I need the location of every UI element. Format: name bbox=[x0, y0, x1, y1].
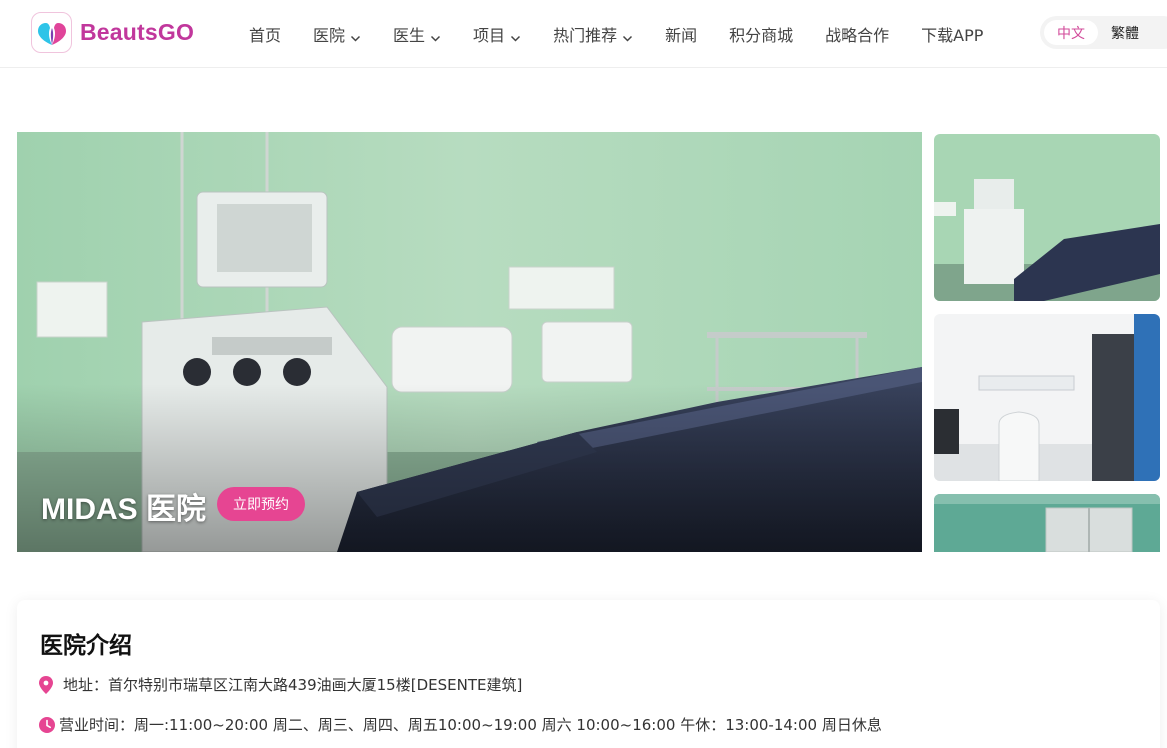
site-header: BeautsGO 首页 医院 医生 项目 热门推荐 新闻 积分商城 战略合作 下… bbox=[0, 0, 1167, 68]
chevron-down-icon bbox=[622, 29, 633, 42]
nav-label: 项目 bbox=[473, 26, 506, 45]
nav-home[interactable]: 首页 bbox=[249, 22, 281, 46]
lang-traditional-chinese[interactable]: 繁體 bbox=[1098, 20, 1152, 45]
chevron-down-icon bbox=[510, 29, 521, 42]
nav-doctors[interactable]: 医生 bbox=[393, 22, 441, 46]
nav-label: 医生 bbox=[393, 26, 426, 45]
nav-hot-picks[interactable]: 热门推荐 bbox=[553, 22, 633, 46]
thumbnail-2[interactable] bbox=[934, 314, 1160, 481]
nav-projects[interactable]: 项目 bbox=[473, 22, 521, 46]
equipment-room-photo bbox=[934, 314, 1160, 481]
operating-room-photo bbox=[934, 134, 1160, 301]
main-nav: 首页 医院 医生 项目 热门推荐 新闻 积分商城 战略合作 下载APP bbox=[249, 0, 983, 68]
logo-heart-icon bbox=[31, 12, 72, 53]
nav-partners[interactable]: 战略合作 bbox=[825, 22, 889, 46]
thumbnail-3[interactable] bbox=[934, 494, 1160, 552]
chevron-down-icon bbox=[350, 29, 361, 42]
nav-label: 积分商城 bbox=[729, 26, 794, 45]
lang-simplified-chinese[interactable]: 中文 bbox=[1044, 20, 1098, 45]
nav-points-mall[interactable]: 积分商城 bbox=[729, 22, 793, 46]
nav-label: 新闻 bbox=[665, 26, 698, 45]
map-pin-icon bbox=[38, 675, 54, 694]
address-text: 地址：首尔特别市瑞草区江南大路439油画大厦15楼[DESENTE建筑] bbox=[63, 676, 523, 694]
chevron-down-icon bbox=[430, 29, 441, 42]
nav-download-app[interactable]: 下载APP bbox=[921, 22, 983, 46]
nav-label: 战略合作 bbox=[825, 26, 890, 45]
language-switcher: 中文 繁體 bbox=[1040, 16, 1167, 49]
business-hours-row: 营业时间：周一:11:00~20:00 周二、周三、周四、周五10:00~19:… bbox=[38, 714, 882, 735]
address-row: 地址：首尔特别市瑞草区江南大路439油画大厦15楼[DESENTE建筑] bbox=[38, 674, 522, 695]
section-title: 医院介绍 bbox=[40, 633, 132, 659]
nav-label: 首页 bbox=[249, 26, 282, 45]
nav-hospitals[interactable]: 医院 bbox=[313, 22, 361, 46]
book-now-button[interactable]: 立即预约 bbox=[217, 487, 305, 521]
nav-label: 下载APP bbox=[921, 26, 984, 45]
nav-news[interactable]: 新闻 bbox=[665, 22, 697, 46]
logo[interactable]: BeautsGO bbox=[31, 12, 194, 53]
logo-text: BeautsGO bbox=[80, 19, 195, 45]
business-hours-text: 营业时间：周一:11:00~20:00 周二、周三、周四、周五10:00~19:… bbox=[59, 716, 882, 734]
nav-label: 热门推荐 bbox=[553, 26, 618, 45]
clock-icon bbox=[39, 716, 55, 734]
corridor-photo bbox=[934, 494, 1160, 552]
hospital-name: MIDAS 医院 bbox=[41, 493, 206, 526]
nav-label: 医院 bbox=[313, 26, 346, 45]
thumbnail-1[interactable] bbox=[934, 134, 1160, 301]
